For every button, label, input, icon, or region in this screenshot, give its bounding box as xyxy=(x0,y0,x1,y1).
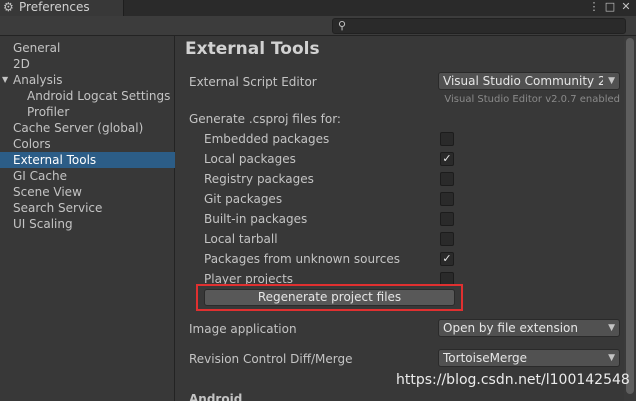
sidebar-item-android-logcat-settings[interactable]: Android Logcat Settings xyxy=(0,88,175,104)
sidebar-item-label: Colors xyxy=(13,137,51,151)
search-box[interactable]: ⚲ xyxy=(332,18,626,34)
option-unknown-sources-checkbox[interactable]: ✓ xyxy=(440,252,454,266)
sidebar-item-general[interactable]: General xyxy=(0,40,175,56)
sidebar: General 2D ▼ Analysis Android Logcat Set… xyxy=(0,36,175,401)
sidebar-item-search-service[interactable]: Search Service xyxy=(0,200,175,216)
option-embedded-packages-label: Embedded packages xyxy=(204,132,330,146)
chevron-down-icon: ▼ xyxy=(608,76,615,86)
option-local-tarball-checkbox[interactable] xyxy=(440,232,454,246)
option-local-packages-checkbox[interactable]: ✓ xyxy=(440,152,454,166)
option-builtin-packages-label: Built-in packages xyxy=(204,212,308,226)
sidebar-item-label: Android Logcat Settings xyxy=(27,89,171,103)
sidebar-item-scene-view[interactable]: Scene View xyxy=(0,184,175,200)
search-icon: ⚲ xyxy=(338,19,347,32)
sidebar-item-label: External Tools xyxy=(13,153,97,167)
settings-panel: External Tools External Script Editor Vi… xyxy=(176,36,624,401)
sidebar-item-label: Cache Server (global) xyxy=(13,121,144,135)
sidebar-item-gi-cache[interactable]: GI Cache xyxy=(0,168,175,184)
script-editor-label: External Script Editor xyxy=(189,75,317,89)
image-application-dropdown[interactable]: Open by file extension ▼ xyxy=(438,319,620,337)
chevron-down-icon: ▼ xyxy=(608,353,615,363)
option-git-packages-checkbox[interactable] xyxy=(440,192,454,206)
chevron-down-icon: ▼ xyxy=(608,323,615,333)
sidebar-item-label: GI Cache xyxy=(13,169,67,183)
generate-label: Generate .csproj files for: xyxy=(189,112,341,126)
window-title: Preferences xyxy=(19,0,90,14)
editor-version-text: Visual Studio Editor v2.0.7 enabled xyxy=(444,94,620,105)
watermark-text: https://blog.csdn.net/l100142548 xyxy=(396,372,630,388)
expand-arrow-icon[interactable]: ▼ xyxy=(2,72,8,88)
sidebar-item-label: Scene View xyxy=(13,185,82,199)
more-options-icon[interactable]: ⋮ xyxy=(588,0,600,14)
sidebar-item-2d[interactable]: 2D xyxy=(0,56,175,72)
gear-icon: ⚙ xyxy=(3,0,14,14)
option-unknown-sources-label: Packages from unknown sources xyxy=(204,252,400,266)
sidebar-item-ui-scaling[interactable]: UI Scaling xyxy=(0,216,175,232)
option-local-tarball-label: Local tarball xyxy=(204,232,278,246)
sidebar-item-profiler[interactable]: Profiler xyxy=(0,104,175,120)
sidebar-item-cache-server[interactable]: Cache Server (global) xyxy=(0,120,175,136)
script-editor-value: Visual Studio Community 201 xyxy=(443,74,603,88)
image-application-value: Open by file extension xyxy=(443,321,578,335)
revision-control-value: TortoiseMerge xyxy=(443,351,528,365)
search-input[interactable] xyxy=(351,19,621,33)
sidebar-item-label: Profiler xyxy=(27,105,70,119)
android-section-heading: Android xyxy=(189,392,243,401)
revision-control-label: Revision Control Diff/Merge xyxy=(189,352,353,366)
sidebar-item-label: 2D xyxy=(13,57,30,71)
sidebar-item-external-tools[interactable]: External Tools xyxy=(0,152,175,168)
sidebar-item-label: Search Service xyxy=(13,201,103,215)
close-icon[interactable]: ✕ xyxy=(620,0,632,14)
option-builtin-packages-checkbox[interactable] xyxy=(440,212,454,226)
image-application-label: Image application xyxy=(189,322,297,336)
sidebar-item-label: General xyxy=(13,41,61,55)
revision-control-dropdown[interactable]: TortoiseMerge ▼ xyxy=(438,349,620,367)
option-registry-packages-label: Registry packages xyxy=(204,172,314,186)
vertical-scrollbar[interactable] xyxy=(624,36,636,401)
script-editor-dropdown[interactable]: Visual Studio Community 201 ▼ xyxy=(438,72,620,90)
search-bar: ⚲ xyxy=(0,16,636,36)
option-embedded-packages-checkbox[interactable] xyxy=(440,132,454,146)
option-local-packages-label: Local packages xyxy=(204,152,296,166)
window-tab[interactable]: ⚙ Preferences xyxy=(0,0,124,16)
page-title: External Tools xyxy=(185,39,320,59)
scrollbar-thumb[interactable] xyxy=(626,38,634,394)
sidebar-item-label: UI Scaling xyxy=(13,217,73,231)
sidebar-item-colors[interactable]: Colors xyxy=(0,136,175,152)
title-bar: ⚙ Preferences ⋮ □ ✕ xyxy=(0,0,636,16)
regenerate-project-files-button[interactable]: Regenerate project files xyxy=(204,289,455,306)
sidebar-item-label: Analysis xyxy=(13,73,63,87)
option-git-packages-label: Git packages xyxy=(204,192,283,206)
maximize-icon[interactable]: □ xyxy=(604,0,616,14)
option-registry-packages-checkbox[interactable] xyxy=(440,172,454,186)
highlight-box: Regenerate project files xyxy=(196,284,463,311)
sidebar-item-analysis[interactable]: ▼ Analysis xyxy=(0,72,175,88)
